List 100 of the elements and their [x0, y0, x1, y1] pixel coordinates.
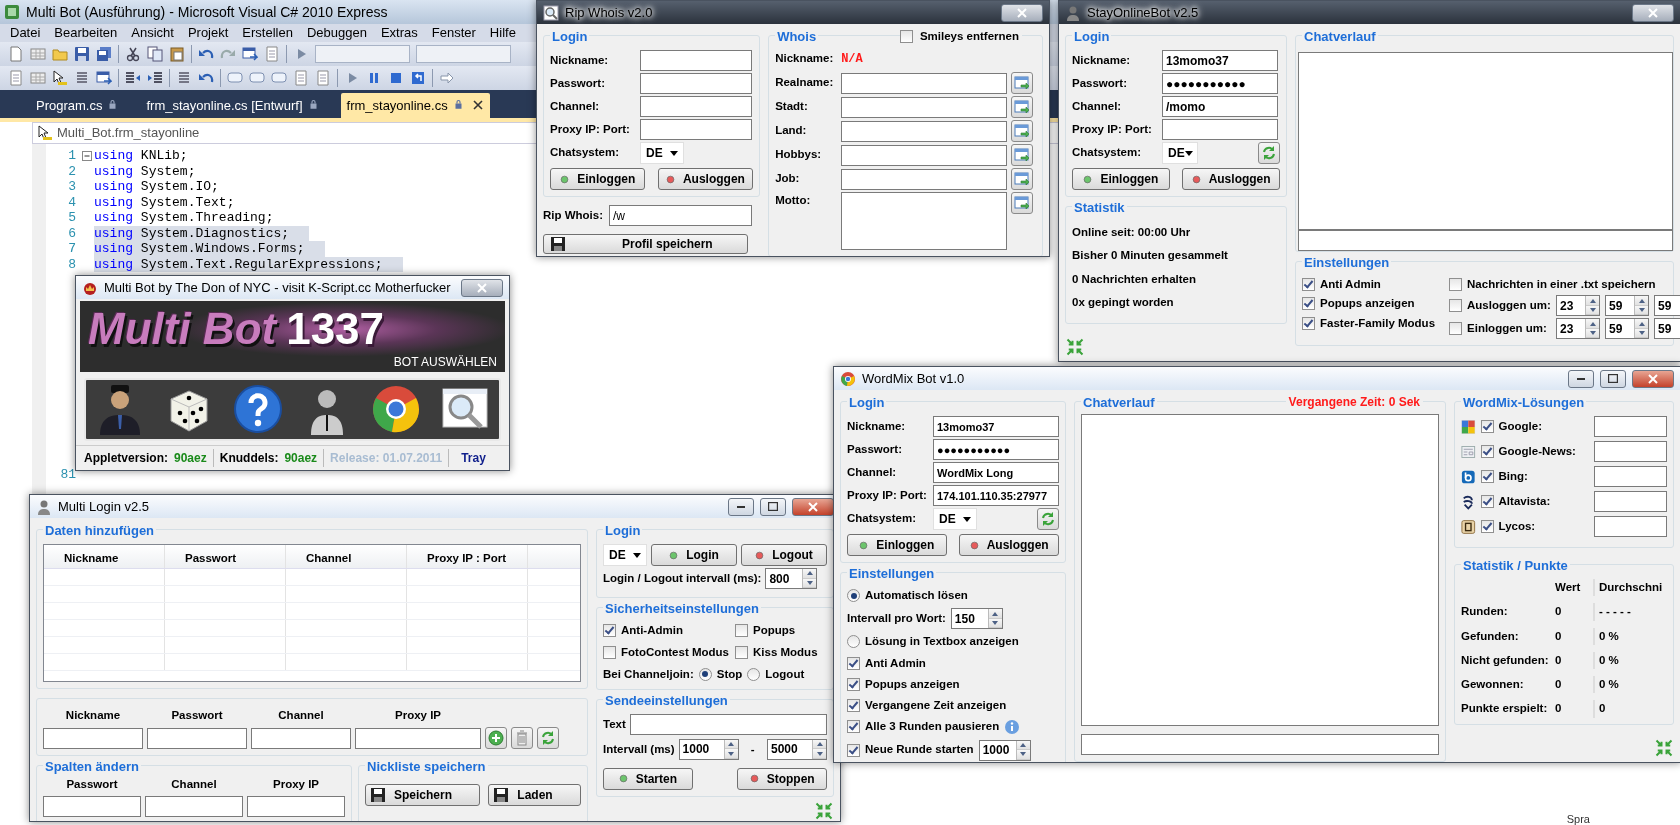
- refresh-button[interactable]: [537, 727, 559, 750]
- checkbox[interactable]: [1480, 520, 1494, 533]
- document-icon[interactable]: [315, 70, 331, 86]
- checkbox[interactable]: [1302, 278, 1315, 292]
- close-button[interactable]: [1001, 3, 1043, 22]
- input-field[interactable]: [841, 120, 1008, 142]
- panel-tab[interactable]: Spra: [1566, 811, 1590, 825]
- input-field[interactable]: [640, 73, 752, 94]
- menu-item[interactable]: Debuggen: [306, 23, 367, 43]
- load-button[interactable]: Laden: [488, 784, 581, 807]
- back-icon[interactable]: [410, 70, 426, 86]
- checkbox[interactable]: [1302, 316, 1315, 330]
- collapse-icon[interactable]: [814, 800, 834, 821]
- login-button[interactable]: Einloggen: [550, 168, 646, 190]
- refresh-button[interactable]: [1037, 508, 1059, 530]
- window-icon[interactable]: [242, 46, 258, 62]
- copy-icon[interactable]: [147, 46, 163, 62]
- save-all-icon[interactable]: [96, 46, 112, 62]
- input-field[interactable]: [640, 50, 752, 71]
- speech-bubble-icon[interactable]: [249, 70, 265, 86]
- collapse-icon[interactable]: [1654, 738, 1674, 758]
- tray-link[interactable]: Tray: [455, 448, 492, 468]
- checkbox[interactable]: [1302, 297, 1315, 311]
- input-field[interactable]: [355, 727, 481, 749]
- input-field[interactable]: /momo: [1162, 96, 1278, 117]
- spin-field[interactable]: 59: [1605, 318, 1650, 340]
- spin-field[interactable]: 59: [1654, 295, 1680, 317]
- page-icon[interactable]: [8, 46, 24, 62]
- editor-tab[interactable]: frm_stayonline.cs [Entwurf]: [140, 92, 327, 118]
- close-button[interactable]: [1632, 3, 1674, 22]
- message-field[interactable]: [1081, 734, 1439, 755]
- dropdown[interactable]: DE: [933, 508, 977, 530]
- input-field[interactable]: [43, 727, 143, 749]
- editor-tab[interactable]: frm_stayonline.cs: [340, 92, 490, 118]
- checkbox[interactable]: [1480, 495, 1494, 508]
- forward-icon[interactable]: [439, 70, 455, 86]
- input-field[interactable]: [640, 119, 752, 140]
- logout-button[interactable]: Ausloggen: [1182, 168, 1280, 190]
- input-field[interactable]: 13momo37: [1162, 50, 1278, 71]
- dropdown[interactable]: DE: [640, 142, 684, 164]
- document-icon[interactable]: [264, 46, 280, 62]
- spin-field[interactable]: 23: [1556, 295, 1601, 317]
- input-field[interactable]: [251, 727, 351, 749]
- speech-bubble-icon[interactable]: [271, 70, 287, 86]
- cursor-icon[interactable]: [52, 70, 68, 86]
- input-field[interactable]: 13momo37: [933, 416, 1059, 437]
- maximize-button[interactable]: [760, 497, 786, 516]
- save-icon[interactable]: [74, 46, 90, 62]
- add-button[interactable]: [485, 727, 507, 750]
- menu-item[interactable]: Ansicht: [131, 23, 174, 43]
- stop-button[interactable]: Stoppen: [737, 767, 827, 790]
- editor-tab[interactable]: Program.cs: [30, 92, 127, 118]
- indent-icon[interactable]: [147, 70, 163, 86]
- spin-field[interactable]: 23: [1556, 318, 1601, 340]
- input-field[interactable]: [841, 144, 1008, 166]
- save-button[interactable]: Profil speichern: [543, 234, 748, 254]
- window-icon[interactable]: [96, 70, 112, 86]
- start-button[interactable]: Starten: [603, 767, 693, 790]
- info-icon[interactable]: [1004, 718, 1021, 735]
- input-field[interactable]: [43, 795, 141, 817]
- dropdown[interactable]: DE: [1162, 142, 1198, 164]
- message-field[interactable]: [1298, 230, 1673, 251]
- spin-field[interactable]: 5000: [767, 738, 827, 760]
- minimize-button[interactable]: [1568, 369, 1594, 388]
- checkbox[interactable]: [847, 743, 860, 757]
- logout-button[interactable]: Ausloggen: [657, 168, 754, 190]
- help-icon[interactable]: [232, 383, 285, 436]
- input-field[interactable]: ●●●●●●●●●●●: [933, 439, 1059, 460]
- menu-item[interactable]: Extras: [380, 23, 418, 43]
- minimize-button[interactable]: [728, 497, 754, 516]
- radio-button[interactable]: [847, 635, 860, 649]
- export-button[interactable]: [1011, 192, 1034, 214]
- save-button[interactable]: Speichern: [365, 784, 481, 807]
- close-icon[interactable]: [471, 99, 484, 112]
- close-button[interactable]: [461, 278, 503, 297]
- lines-icon[interactable]: [176, 70, 192, 86]
- checkbox[interactable]: [847, 656, 860, 670]
- input-field[interactable]: [247, 795, 345, 817]
- input-field[interactable]: [1162, 119, 1278, 140]
- input-field[interactable]: [147, 727, 247, 749]
- checkbox[interactable]: [1480, 420, 1494, 433]
- menu-item[interactable]: Datei: [10, 23, 41, 43]
- speech-bubble-icon[interactable]: [227, 70, 243, 86]
- document-icon[interactable]: [8, 70, 24, 86]
- input-field[interactable]: /w: [609, 205, 752, 226]
- login-button[interactable]: Login: [651, 544, 737, 566]
- input-field[interactable]: [640, 96, 752, 117]
- export-button[interactable]: [1011, 96, 1034, 118]
- spin-field[interactable]: 59: [1605, 295, 1650, 317]
- collapse-icon[interactable]: [82, 150, 92, 161]
- spin-field[interactable]: 1000: [978, 739, 1031, 761]
- input-field[interactable]: [1593, 416, 1667, 437]
- stop-icon[interactable]: [388, 70, 404, 86]
- menu-item[interactable]: Fenster: [431, 23, 476, 43]
- spin-field[interactable]: 59: [1654, 318, 1680, 340]
- document-icon[interactable]: [293, 70, 309, 86]
- checkbox[interactable]: [735, 646, 748, 660]
- checkbox[interactable]: [847, 677, 860, 691]
- radio-button[interactable]: [847, 589, 860, 603]
- delete-button[interactable]: [511, 727, 533, 750]
